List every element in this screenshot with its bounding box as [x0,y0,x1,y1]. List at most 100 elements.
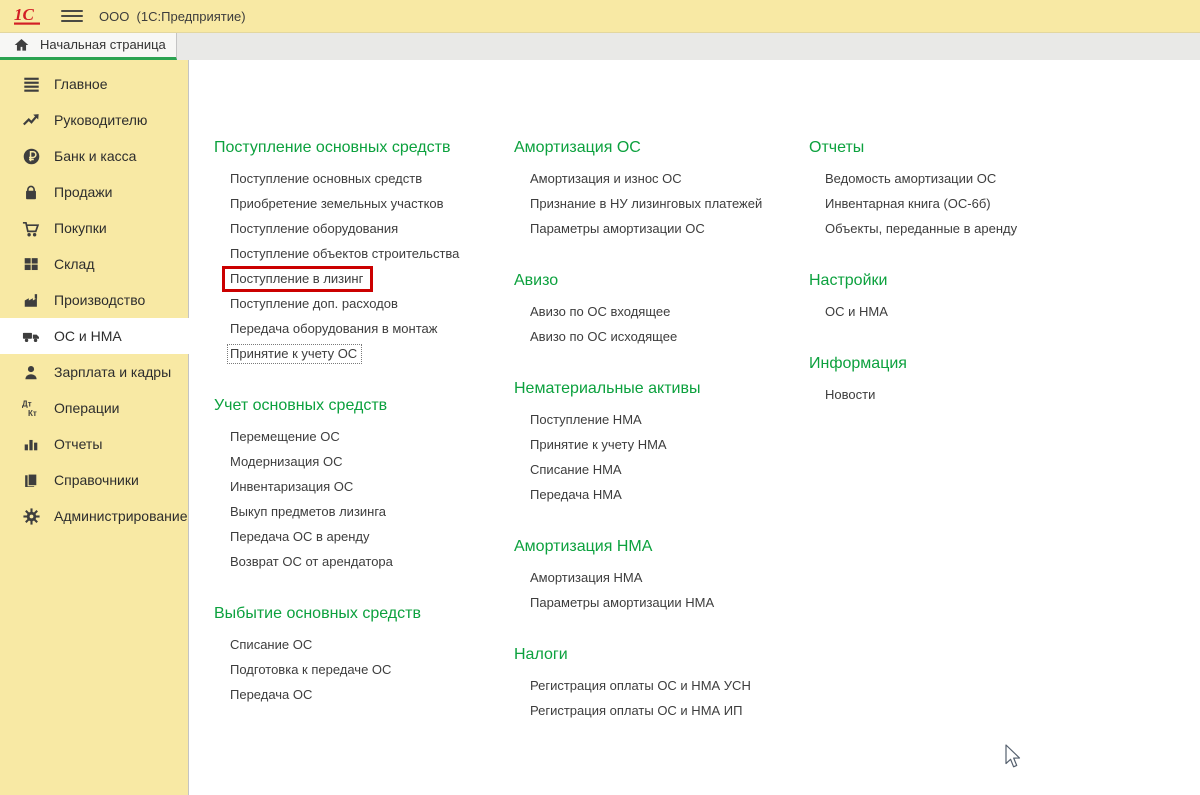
menu-link[interactable]: Поступление основных средств [214,166,514,191]
1c-logo-icon: 1С [13,4,43,28]
menu-link[interactable]: Инвентаризация ОС [214,474,514,499]
menu-link[interactable]: Перемещение ОС [214,424,514,449]
command-group: Амортизация НМААмортизация НМАПараметры … [514,537,809,615]
menu-link[interactable]: Приобретение земельных участков [214,191,514,216]
menu-link[interactable]: Признание в НУ лизинговых платежей [514,191,809,216]
menu-link-label: Объекты, переданные в аренду [825,221,1017,236]
sidebar-item-sklad[interactable]: Склад [0,246,188,282]
menu-link[interactable]: Модернизация ОС [214,449,514,474]
menu-link[interactable]: Принятие к учету НМА [514,432,809,457]
section-title: Выбытие основных средств [214,604,514,624]
menu-link-label: Передача оборудования в монтаж [230,321,437,336]
command-group: Авизо Авизо по ОС входящееАвизо по ОС исх… [514,271,809,349]
menu-link-label: Новости [825,387,875,402]
section-title: Информация [809,354,1109,374]
menu-link[interactable]: Списание НМА [514,457,809,482]
menu-link-label: Подготовка к передаче ОС [230,662,391,677]
sidebar-item-rukovoditelyu[interactable]: Руководителю [0,102,188,138]
sidebar-item-label: Покупки [54,220,107,236]
menu-link-highlighted[interactable]: Поступление в лизинг [214,266,514,291]
menu-link-label: Регистрация оплаты ОС и НМА УСН [530,678,751,693]
sidebar-item-glavnoe[interactable]: Главное [0,66,188,102]
link-column-2: Амортизация ОС Амортизация и износ ОСПриз… [514,138,809,753]
menu-link-label: Регистрация оплаты ОС и НМА ИП [530,703,743,718]
command-group: Поступление основных средств Поступление … [214,138,514,366]
menu-link[interactable]: Авизо по ОС входящее [514,299,809,324]
svg-text:Дт: Дт [22,400,32,409]
section-title: Авизо [514,271,809,291]
main-menu-button[interactable] [61,7,83,25]
sidebar-item-label: Производство [54,292,145,308]
sidebar-item-administrirovanie[interactable]: Администрирование [0,498,188,534]
sidebar-item-zarplata-i-kadry[interactable]: Зарплата и кадры [0,354,188,390]
tab-home-page[interactable]: Начальная страница [0,32,177,60]
menu-link[interactable]: Поступление НМА [514,407,809,432]
menu-link-label: Поступление основных средств [230,171,422,186]
sidebar-item-label: Операции [54,400,120,416]
tab-label: Начальная страница [40,37,166,52]
menu-link[interactable]: Поступление доп. расходов [214,291,514,316]
svg-text:1С: 1С [14,5,35,24]
menu-link[interactable]: Передача ОС в аренду [214,524,514,549]
command-group: ОтчетыВедомость амортизации ОСИнвентарна… [809,138,1109,241]
sidebar-item-label: Справочники [54,472,139,488]
sidebar: Главное РуководителюБанк и касса Продажи По… [0,60,188,795]
factory-icon [20,290,42,310]
menu-link[interactable]: Параметры амортизации НМА [514,590,809,615]
trend-icon [20,110,42,130]
menu-link[interactable]: Новости [809,382,1109,407]
menu-link[interactable]: Выкуп предметов лизинга [214,499,514,524]
home-icon [13,37,30,53]
sidebar-item-label: Зарплата и кадры [54,364,171,380]
command-group: Выбытие основных средств Списание ОС Подго… [214,604,514,707]
section-title: Амортизация ОС [514,138,809,158]
menu-link[interactable]: Инвентарная книга (ОС-6б) [809,191,1109,216]
menu-link-label: Списание ОС [230,637,312,652]
topbar: 1С ООО (1С:Предприятие) [0,0,1200,33]
sidebar-item-operacii[interactable]: ДтКтОперации [0,390,188,426]
menu-link-label: Амортизация НМА [530,570,642,585]
sidebar-item-prodazhi[interactable]: Продажи [0,174,188,210]
window-title: ООО (1С:Предприятие) [99,9,246,24]
menu-link-label: ОС и НМА [825,304,888,319]
menu-link-label: Поступление в лизинг [222,266,373,292]
menu-link[interactable]: Поступление оборудования [214,216,514,241]
sidebar-item-bank-i-kassa[interactable]: Банк и касса [0,138,188,174]
menu-link[interactable]: Ведомость амортизации ОС [809,166,1109,191]
menu-link[interactable]: Возврат ОС от арендатора [214,549,514,574]
grid-icon [20,254,42,274]
menu-link[interactable]: Списание ОС [214,632,514,657]
sidebar-item-label: ОС и НМА [54,328,122,344]
menu-link[interactable]: Подготовка к передаче ОС [214,657,514,682]
sidebar-item-spravochniki[interactable]: Справочники [0,462,188,498]
gear-icon [20,506,42,526]
menu-link[interactable]: Поступление объектов строительства [214,241,514,266]
menu-link[interactable]: Авизо по ОС исходящее [514,324,809,349]
menu-link[interactable]: Передача ОС [214,682,514,707]
command-group: Амортизация ОС Амортизация и износ ОСПриз… [514,138,809,241]
bag-icon [20,182,42,202]
link-column-3: ОтчетыВедомость амортизации ОСИнвентарна… [809,138,1109,437]
menu-link[interactable]: Передача оборудования в монтаж [214,316,514,341]
sidebar-item-label: Главное [54,76,108,92]
sidebar-item-proizvodstvo[interactable]: Производство [0,282,188,318]
ruble-icon [20,146,42,166]
main-content: Поступление основных средств Поступление … [188,36,1200,795]
menu-link[interactable]: Амортизация и износ ОС [514,166,809,191]
sidebar-item-label: Отчеты [54,436,102,452]
sidebar-item-otchety[interactable]: Отчеты [0,426,188,462]
menu-link[interactable]: Регистрация оплаты ОС и НМА ИП [514,698,809,723]
menu-link[interactable]: ОС и НМА [809,299,1109,324]
menu-link-label: Передача НМА [530,487,622,502]
menu-link-focused[interactable]: Принятие к учету ОС [214,341,514,366]
menu-link[interactable]: Объекты, переданные в аренду [809,216,1109,241]
menu-link[interactable]: Регистрация оплаты ОС и НМА УСН [514,673,809,698]
menu-link[interactable]: Амортизация НМА [514,565,809,590]
menu-link-label: Параметры амортизации НМА [530,595,714,610]
sidebar-item-os-i-nma[interactable]: ОС и НМА [0,318,189,354]
sidebar-item-label: Продажи [54,184,112,200]
menu-link[interactable]: Параметры амортизации ОС [514,216,809,241]
menu-link[interactable]: Передача НМА [514,482,809,507]
menu-link-label: Принятие к учету ОС [227,344,362,364]
sidebar-item-pokupki[interactable]: Покупки [0,210,188,246]
